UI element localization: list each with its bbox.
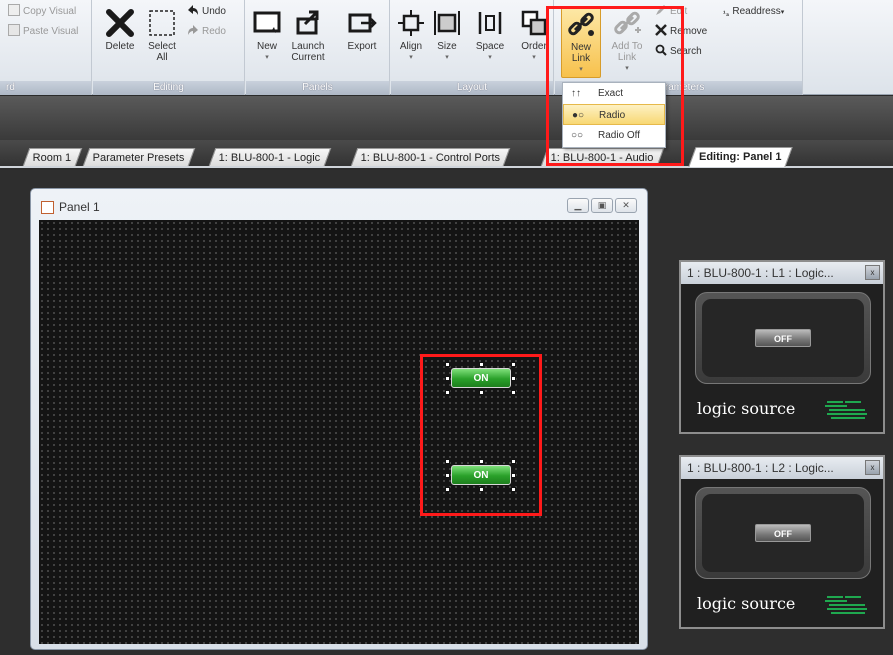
tab-room-1[interactable]: Room 1	[22, 148, 82, 166]
undo-icon	[188, 5, 198, 15]
delete-button[interactable]: Delete	[103, 8, 137, 52]
minimize-icon[interactable]: ▁	[567, 198, 589, 213]
editing-group: Delete Select All Undo Redo Editing	[93, 0, 245, 95]
size-button[interactable]: Size ▾	[431, 8, 463, 63]
launch-current-button[interactable]: Launch Current	[286, 8, 330, 63]
redo-button[interactable]: Redo	[187, 24, 226, 40]
align-button[interactable]: Align ▾	[395, 8, 427, 63]
select-all-button[interactable]: Select All	[145, 8, 179, 63]
tab-logic[interactable]: 1: BLU-800-1 - Logic	[208, 148, 331, 166]
readdress-button[interactable]: ¹₃ Readdress▾	[723, 4, 784, 20]
new-panel-icon	[253, 11, 281, 33]
align-icon	[398, 10, 424, 36]
panels-group-label: Panels	[246, 81, 389, 95]
close-icon[interactable]: x	[865, 460, 880, 475]
module-title-bar[interactable]: 1 : BLU-800-1 : L2 : Logic... x	[681, 457, 883, 479]
delete-x-icon	[106, 9, 134, 37]
copy-icon	[8, 4, 20, 16]
off-button-1[interactable]: OFF	[755, 329, 811, 347]
close-icon[interactable]: ✕	[615, 198, 637, 213]
logic-source-label: logic source	[697, 399, 796, 418]
redo-icon	[188, 25, 198, 35]
copy-visual-button[interactable]: Copy Visual	[8, 4, 76, 20]
panel-canvas[interactable]: ON ON	[39, 220, 639, 644]
readdress-icon: ¹₃	[723, 9, 730, 18]
module-body: OFF logic source	[681, 284, 883, 432]
bss-logo-icon	[825, 596, 867, 614]
highlight-box-buttons	[420, 354, 542, 516]
document-header-strip	[0, 96, 893, 140]
size-icon	[434, 11, 460, 35]
document-tab-bar: Room 1 Parameter Presets 1: BLU-800-1 - …	[0, 140, 893, 168]
maximize-icon[interactable]: ▣	[591, 198, 613, 213]
new-panel-button[interactable]: New ▾	[252, 8, 282, 63]
logic-source-module-1: 1 : BLU-800-1 : L1 : Logic... x OFF logi…	[679, 260, 885, 434]
export-icon	[348, 13, 377, 33]
logic-source-label: logic source	[697, 594, 796, 613]
export-button[interactable]: Export	[342, 8, 382, 52]
panels-group: New ▾ Launch Current Export Panels	[246, 0, 390, 95]
panel-window-icon	[41, 201, 54, 214]
layout-group-label: Layout	[391, 81, 553, 95]
space-icon	[478, 12, 502, 34]
layout-group: Align ▾ Size ▾ Space ▾ Order ▾ Layout	[391, 0, 554, 95]
ribbon: Copy Visual Paste Visual rd Delete Selec…	[0, 0, 893, 95]
tab-parameter-presets[interactable]: Parameter Presets	[82, 148, 195, 166]
paste-visual-button[interactable]: Paste Visual	[8, 24, 78, 40]
app-window: Copy Visual Paste Visual rd Delete Selec…	[0, 0, 893, 655]
editing-group-label: Editing	[93, 81, 244, 95]
panel-window: Panel 1 ▁ ▣ ✕ ON ON	[30, 188, 648, 650]
bss-logo-icon	[825, 401, 867, 419]
switch-bezel: OFF	[695, 292, 871, 384]
tab-editing-panel-1[interactable]: Editing: Panel 1	[688, 147, 793, 167]
close-icon[interactable]: x	[865, 265, 880, 280]
paste-icon	[8, 24, 20, 36]
module-title-bar[interactable]: 1 : BLU-800-1 : L1 : Logic... x	[681, 262, 883, 284]
undo-button[interactable]: Undo	[187, 4, 226, 20]
order-icon	[521, 10, 547, 36]
tab-control-ports[interactable]: 1: BLU-800-1 - Control Ports	[350, 148, 511, 166]
module-body: OFF logic source	[681, 479, 883, 627]
panel-title: Panel 1	[59, 200, 100, 214]
space-button[interactable]: Space ▾	[473, 8, 507, 63]
window-controls: ▁ ▣ ✕	[565, 198, 637, 213]
launch-icon	[296, 10, 319, 35]
clipboard-group: Copy Visual Paste Visual rd	[0, 0, 92, 95]
select-all-icon	[149, 10, 175, 36]
highlight-box-new-link	[546, 6, 684, 166]
off-button-2[interactable]: OFF	[755, 524, 811, 542]
logic-source-module-2: 1 : BLU-800-1 : L2 : Logic... x OFF logi…	[679, 455, 885, 629]
clipboard-group-label: rd	[0, 81, 91, 95]
switch-bezel: OFF	[695, 487, 871, 579]
